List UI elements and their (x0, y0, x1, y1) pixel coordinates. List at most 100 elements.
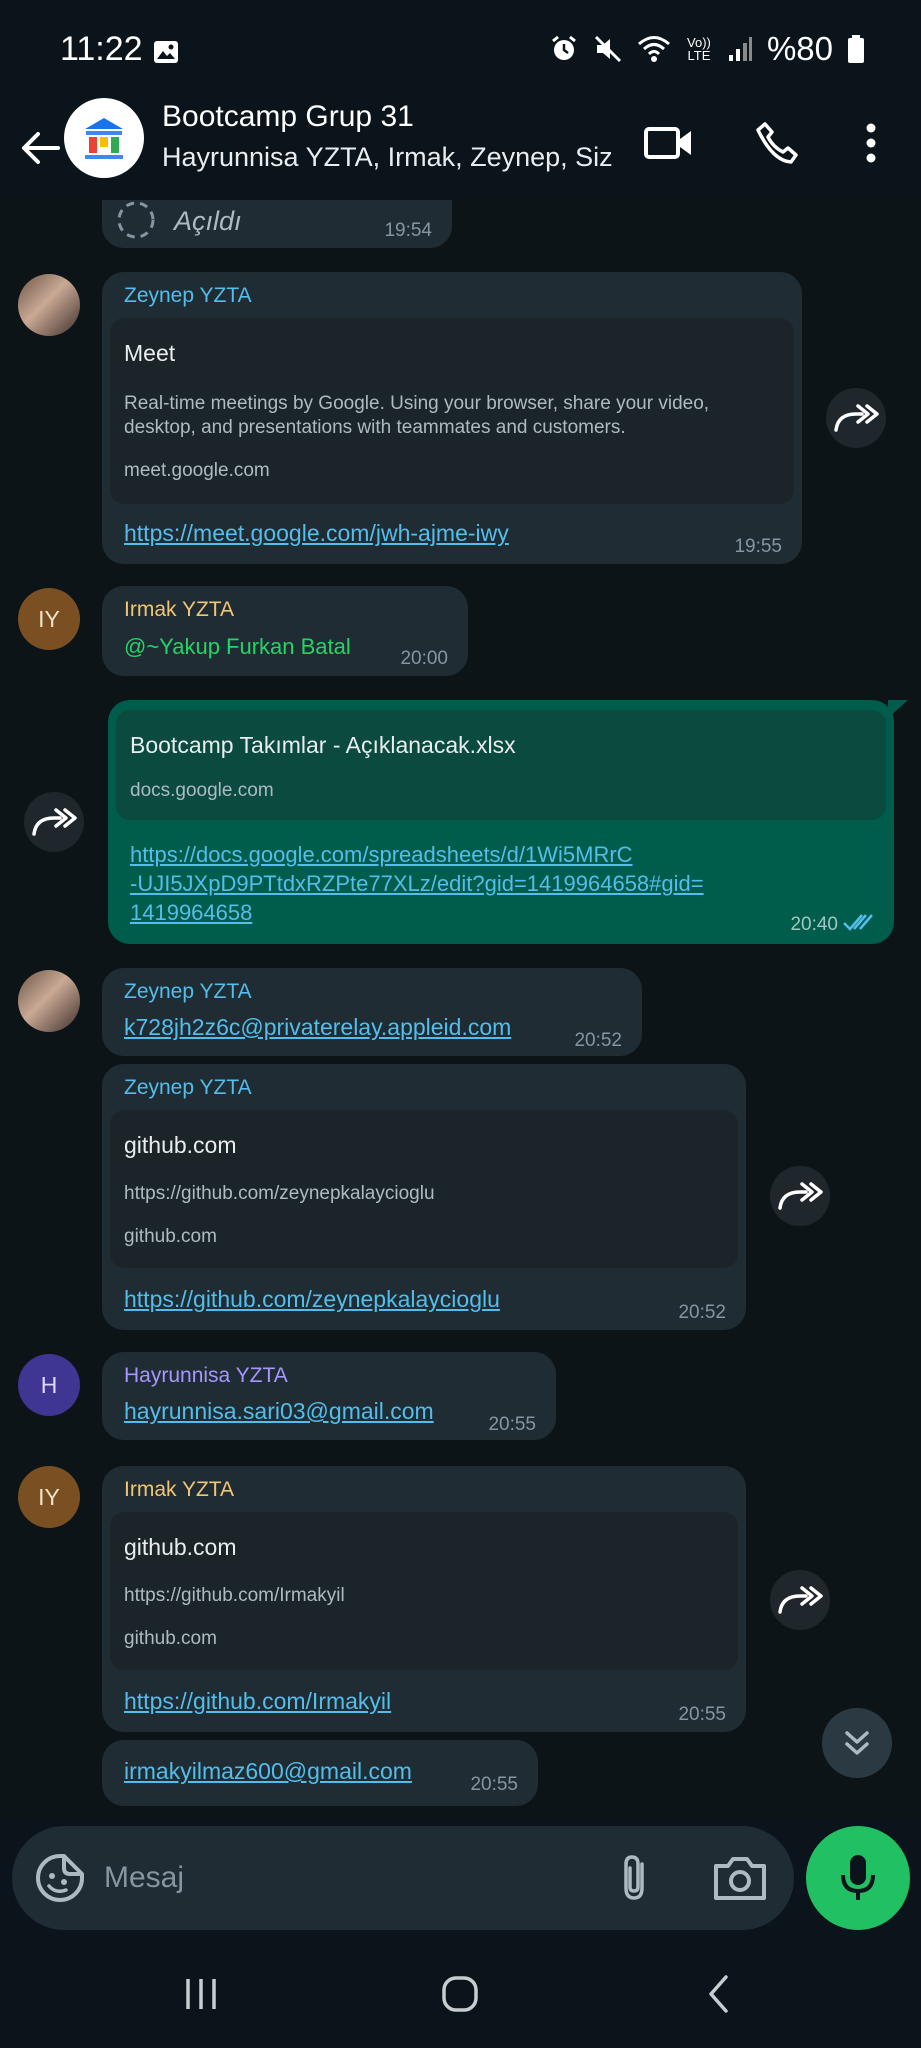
microphone-icon (841, 1855, 875, 1900)
message-time: 19:54 (384, 220, 432, 241)
sender-name: Hayrunnisa YZTA (124, 1364, 288, 1387)
preview-domain: meet.google.com (124, 460, 270, 481)
sender-avatar-irmak[interactable]: IY (18, 1466, 80, 1528)
email-link[interactable]: k728jh2z6c@privaterelay.appleid.com (124, 1014, 511, 1041)
google-building-icon (85, 118, 123, 159)
forward-button[interactable] (826, 388, 886, 448)
message-text: Açıldı (174, 206, 242, 236)
message-bubble[interactable]: Irmak YZTA @~Yakup Furkan Batal 20:00 (102, 586, 468, 676)
more-vertical-icon (866, 123, 876, 163)
message-input[interactable] (104, 1848, 524, 1908)
voice-call-button[interactable] (748, 114, 806, 172)
link-preview[interactable]: Bootcamp Takımlar - Açıklanacak.xlsx doc… (116, 710, 886, 820)
status-time: 11:22 (60, 30, 143, 68)
link-preview[interactable]: github.com https://github.com/zeynepkala… (110, 1110, 738, 1268)
battery-percent: %80 (766, 30, 833, 67)
message-link[interactable]: 1419964658 (130, 900, 252, 926)
forward-icon (834, 404, 879, 432)
message-bubble[interactable]: Zeynep YZTA k728jh2z6c@privaterelay.appl… (102, 968, 642, 1056)
phone-icon (756, 122, 798, 164)
wifi-icon (637, 36, 670, 62)
home-button[interactable] (425, 1962, 495, 2026)
scroll-to-bottom-button[interactable] (822, 1708, 892, 1778)
recent-apps-icon (186, 1979, 216, 2009)
read-receipt-icon (843, 914, 873, 931)
sender-avatar-zeynep[interactable] (18, 274, 80, 336)
message-time: 20:55 (678, 1704, 726, 1725)
bubble-tail (888, 700, 908, 718)
message-time: 20:00 (400, 648, 448, 669)
message-link[interactable]: -UJI5JXpD9PTtdxRZPte77XLz/edit?gid=14199… (130, 871, 704, 897)
message-bubble[interactable]: Zeynep YZTA Meet Real-time meetings by G… (102, 272, 802, 564)
video-camera-icon (644, 127, 691, 159)
sender-name: Irmak YZTA (124, 598, 235, 621)
message-bubble[interactable]: Zeynep YZTA github.com https://github.co… (102, 1064, 746, 1330)
sender-avatar-hayrunnisa[interactable]: H (18, 1354, 80, 1416)
group-avatar[interactable] (64, 98, 144, 178)
preview-title: Meet (124, 340, 176, 366)
preview-description: Real-time meetings by Google. Using your… (124, 393, 710, 438)
system-navigation-bar (0, 1940, 921, 2048)
chat-header: Bootcamp Grup 31 Hayrunnisa YZTA, Irmak,… (0, 96, 921, 200)
message-link[interactable]: https://github.com/Irmakyil (124, 1688, 391, 1715)
more-options-button[interactable] (842, 114, 900, 172)
sender-avatar-zeynep[interactable] (18, 970, 80, 1032)
preview-domain: github.com (124, 1628, 217, 1649)
email-link[interactable]: hayrunnisa.sari03@gmail.com (124, 1398, 434, 1425)
message-link[interactable]: https://docs.google.com/spreadsheets/d/1… (130, 842, 633, 868)
message-bubble[interactable]: Açıldı 19:54 (102, 200, 452, 248)
volte-icon: Vo)) LTE (687, 35, 711, 63)
alarm-icon (552, 35, 576, 60)
sender-name: Zeynep YZTA (124, 284, 252, 307)
message-bubble[interactable]: Hayrunnisa YZTA hayrunnisa.sari03@gmail.… (102, 1352, 556, 1440)
chat-title[interactable]: Bootcamp Grup 31 (162, 100, 414, 134)
message-time: 20:55 (470, 1774, 518, 1795)
gallery-notification-icon (154, 41, 178, 63)
chat-participants[interactable]: Hayrunnisa YZTA, Irmak, Zeynep, Siz (162, 142, 613, 173)
camera-icon[interactable] (712, 1852, 768, 1904)
arrow-left-icon (22, 132, 60, 164)
recent-apps-button[interactable] (166, 1962, 236, 2026)
voice-message-button[interactable] (806, 1826, 910, 1930)
message-link[interactable]: https://meet.google.com/jwh-ajme-iwy (124, 520, 509, 547)
back-button[interactable] (14, 116, 66, 180)
message-composer (12, 1826, 794, 1930)
chevrons-down-icon (845, 1731, 869, 1755)
preview-description: https://github.com/zeynepkalaycioglu (124, 1183, 435, 1204)
forward-icon (778, 1586, 823, 1614)
message-time: 20:55 (488, 1414, 536, 1435)
mention-text[interactable]: @~Yakup Furkan Batal (124, 634, 351, 660)
preview-title: Bootcamp Takımlar - Açıklanacak.xlsx (130, 732, 516, 758)
video-call-button[interactable] (640, 114, 698, 172)
preview-domain: github.com (124, 1226, 217, 1247)
sender-name: Irmak YZTA (124, 1478, 235, 1501)
message-link[interactable]: https://github.com/zeynepkalaycioglu (124, 1286, 500, 1313)
message-list[interactable]: Açıldı 19:54 Zeynep YZTA Meet Real-time … (0, 200, 921, 1820)
sticker-emoji-icon[interactable] (34, 1852, 86, 1904)
email-link[interactable]: irmakyilmaz600@gmail.com (124, 1758, 412, 1785)
link-preview[interactable]: github.com https://github.com/Irmakyil g… (110, 1512, 738, 1670)
message-bubble-outgoing[interactable]: Bootcamp Takımlar - Açıklanacak.xlsx doc… (108, 700, 894, 944)
status-icons: Vo)) LTE %80 (549, 30, 865, 68)
link-preview[interactable]: Meet Real-time meetings by Google. Using… (110, 318, 794, 504)
message-bubble[interactable]: Irmak YZTA github.com https://github.com… (102, 1466, 746, 1732)
loading-icon (117, 201, 155, 239)
sender-name: Zeynep YZTA (124, 1076, 252, 1099)
chevron-left-icon (709, 1975, 728, 2013)
forward-button[interactable] (770, 1570, 830, 1630)
attachment-icon[interactable] (608, 1852, 660, 1904)
preview-title: github.com (124, 1534, 237, 1560)
message-time: 20:52 (574, 1030, 622, 1051)
forward-button[interactable] (24, 792, 84, 852)
mute-icon (594, 35, 621, 63)
message-bubble[interactable]: irmakyilmaz600@gmail.com 20:55 (102, 1740, 538, 1806)
forward-button[interactable] (770, 1166, 830, 1226)
preview-description: https://github.com/Irmakyil (124, 1585, 345, 1606)
status-bar: 11:22 Vo)) LTE %80 (0, 0, 921, 96)
nav-back-button[interactable] (684, 1962, 754, 2026)
home-icon (442, 1976, 478, 2012)
message-time: 20:40 (790, 914, 838, 935)
message-time: 20:52 (678, 1302, 726, 1323)
preview-domain: docs.google.com (130, 780, 274, 801)
sender-avatar-irmak[interactable]: IY (18, 588, 80, 650)
